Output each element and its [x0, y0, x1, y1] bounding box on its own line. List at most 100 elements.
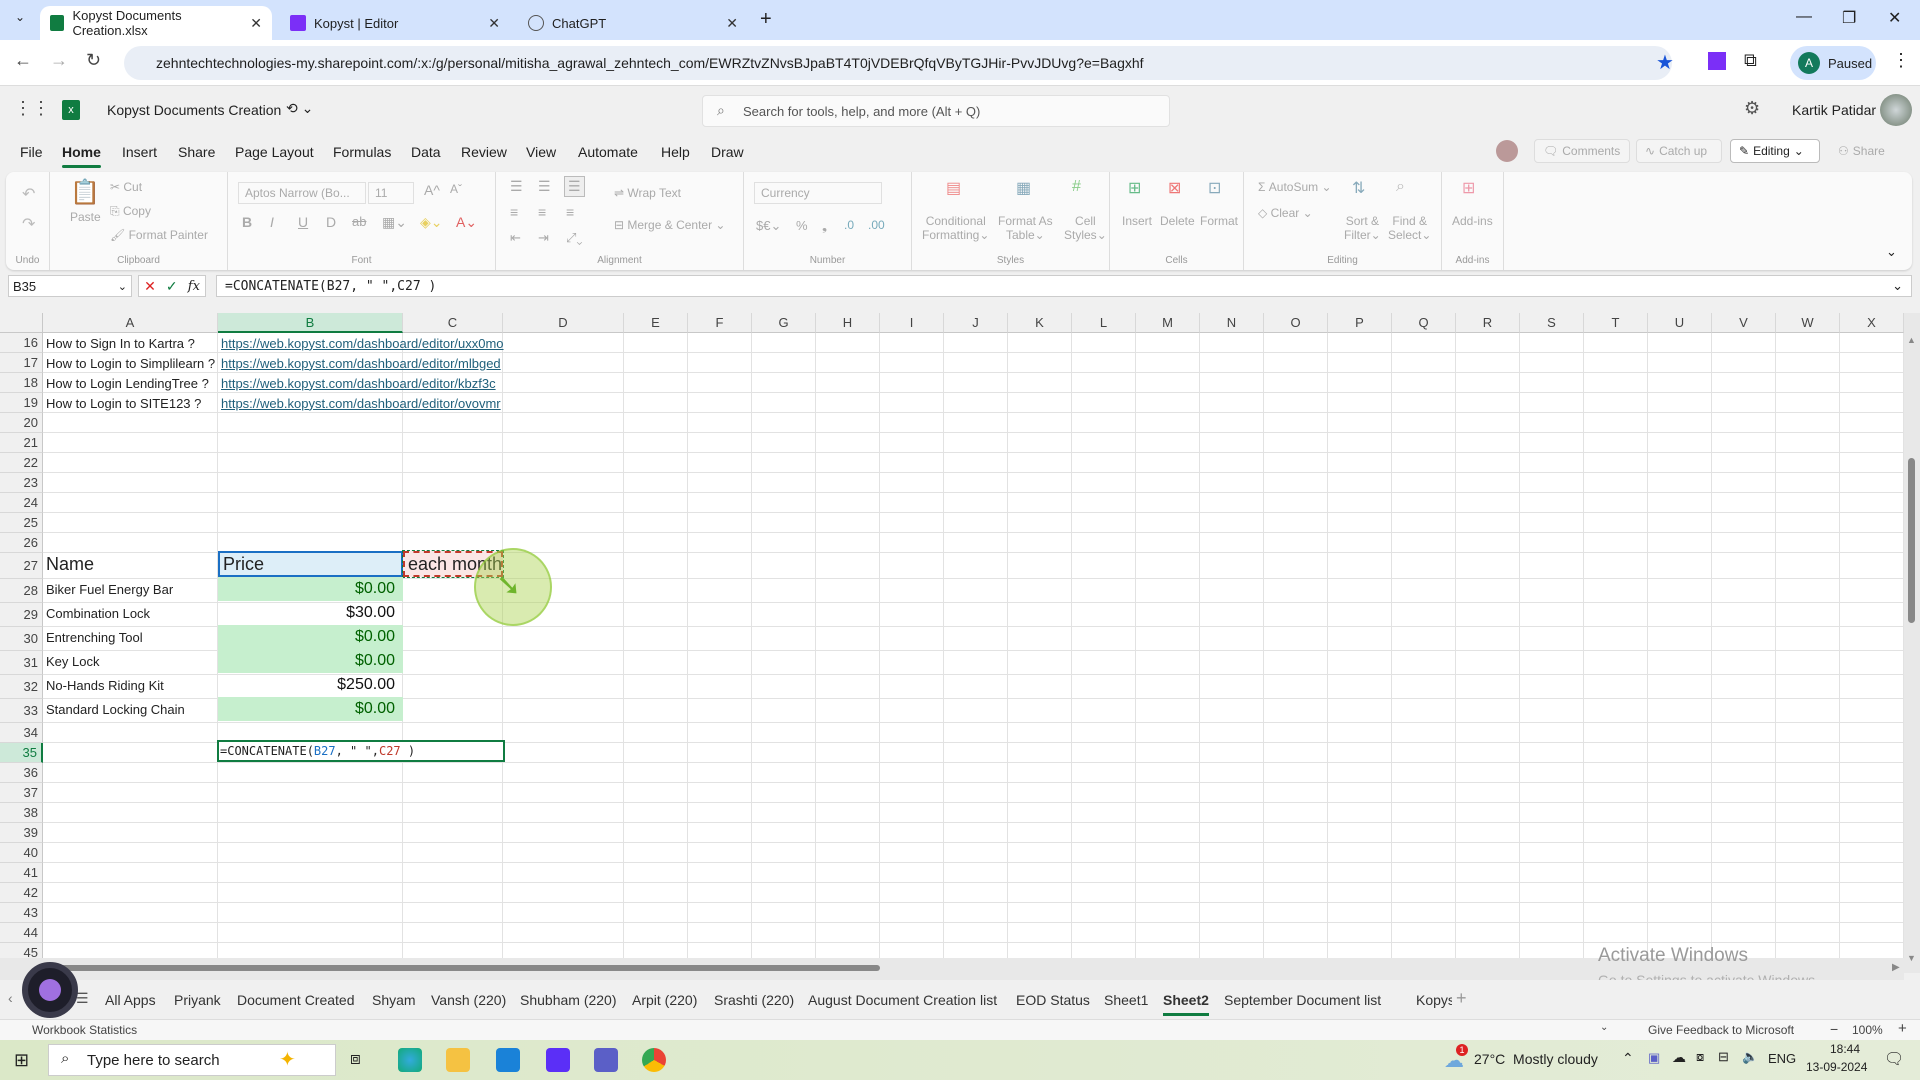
edge-icon[interactable] — [398, 1048, 422, 1072]
volume-icon[interactable]: 🔈 — [1742, 1049, 1758, 1065]
cell-b29[interactable]: $30.00 — [218, 601, 403, 625]
row-header-35[interactable]: 35 — [0, 743, 43, 763]
tab-chatgpt[interactable]: ChatGPT ✕ — [518, 6, 748, 40]
decrease-indent-icon[interactable]: ⇤ — [510, 230, 521, 246]
row-header-36[interactable]: 36 — [0, 763, 43, 783]
screen-recorder-button[interactable] — [22, 962, 78, 1018]
column-header-h[interactable]: H — [816, 313, 880, 333]
close-window-button[interactable]: ✕ — [1888, 8, 1901, 28]
catch-up-button[interactable]: ∿ Catch up — [1636, 139, 1722, 163]
menu-home[interactable]: Home — [62, 144, 101, 168]
cell-styles-button[interactable]: Cell Styles⌄ — [1064, 214, 1107, 242]
fill-color-icon[interactable]: ◈⌄ — [420, 214, 443, 231]
format-painter-button[interactable]: 🖌 Format Painter — [110, 228, 208, 242]
paste-icon[interactable]: 📋 — [70, 178, 100, 207]
row-header-23[interactable]: 23 — [0, 473, 43, 493]
menu-view[interactable]: View — [526, 144, 556, 160]
cancel-icon[interactable]: ✕ — [144, 278, 156, 295]
strikethrough-icon[interactable]: ab — [352, 214, 366, 229]
scroll-right-icon[interactable]: ▶ — [1892, 962, 1900, 973]
zoom-level[interactable]: 100% — [1852, 1023, 1883, 1037]
align-middle-icon[interactable]: ☰ — [538, 178, 551, 195]
column-header-i[interactable]: I — [880, 313, 944, 333]
bookmark-star-icon[interactable]: ★ — [1656, 50, 1674, 75]
cell-b19-link[interactable]: https://web.kopyst.com/dashboard/editor/… — [218, 393, 501, 413]
column-header-a[interactable]: A — [43, 313, 218, 333]
clock-date[interactable]: 13-09-2024 — [1806, 1060, 1867, 1074]
teams-tray-icon[interactable]: ▣ — [1648, 1050, 1660, 1066]
extensions-icon[interactable]: ⧉ — [1744, 50, 1757, 71]
network-icon[interactable]: ⊟ — [1718, 1049, 1729, 1065]
app-launcher-icon[interactable]: ⋮⋮ — [14, 98, 50, 119]
column-header-t[interactable]: T — [1584, 313, 1648, 333]
language-indicator[interactable]: ENG — [1768, 1051, 1796, 1066]
menu-file[interactable]: File — [20, 144, 43, 160]
menu-review[interactable]: Review — [461, 144, 507, 160]
search-box[interactable]: ⌕ Search for tools, help, and more (Alt … — [702, 95, 1170, 127]
decrease-decimal-icon[interactable]: .00 — [868, 218, 885, 232]
row-header-45[interactable]: 45 — [0, 943, 43, 958]
sheet-tab-all-apps[interactable]: All Apps — [105, 992, 156, 1008]
url-field[interactable]: zehntechtechnologies-my.sharepoint.com/:… — [124, 46, 1672, 80]
minimize-button[interactable]: — — [1796, 8, 1812, 26]
menu-formulas[interactable]: Formulas — [333, 144, 391, 160]
autosave-icon[interactable]: ⟲ ⌄ — [286, 100, 313, 117]
menu-automate[interactable]: Automate — [578, 144, 638, 160]
notifications-icon[interactable]: 🗨 — [1884, 1049, 1904, 1069]
expand-formula-icon[interactable]: ⌄ — [1892, 278, 1903, 294]
tab-excel[interactable]: Kopyst Documents Creation.xlsx ✕ — [40, 6, 272, 40]
font-name-dropdown[interactable]: Aptos Narrow (Bo... — [238, 182, 366, 204]
row-header-24[interactable]: 24 — [0, 493, 43, 513]
row-header-26[interactable]: 26 — [0, 533, 43, 553]
column-header-s[interactable]: S — [1520, 313, 1584, 333]
sheet-tab-sheet2[interactable]: Sheet2 — [1163, 992, 1209, 1016]
paste-button[interactable]: Paste — [70, 210, 101, 224]
cell-b32[interactable]: $250.00 — [218, 673, 403, 697]
close-tab-icon[interactable]: ✕ — [250, 15, 262, 32]
cut-button[interactable]: ✂ Cut — [110, 180, 142, 194]
cell-b17-link[interactable]: https://web.kopyst.com/dashboard/editor/… — [218, 353, 501, 373]
menu-share[interactable]: Share — [178, 144, 215, 160]
column-header-j[interactable]: J — [944, 313, 1008, 333]
sheet-tab-document-created[interactable]: Document Created — [237, 992, 355, 1008]
format-as-table-icon[interactable]: ▦ — [1016, 178, 1031, 198]
font-color-icon[interactable]: A⌄ — [456, 214, 477, 231]
row-header-20[interactable]: 20 — [0, 413, 43, 433]
document-title[interactable]: Kopyst Documents Creation — [107, 102, 281, 118]
tab-kopyst-editor[interactable]: Kopyst | Editor ✕ — [280, 6, 510, 40]
teams-icon[interactable] — [594, 1048, 618, 1072]
user-name[interactable]: Kartik Patidar — [1792, 102, 1876, 118]
column-header-o[interactable]: O — [1264, 313, 1328, 333]
vertical-scroll-thumb[interactable] — [1908, 458, 1915, 623]
file-explorer-icon[interactable] — [446, 1048, 470, 1072]
underline-icon[interactable]: U — [298, 214, 308, 230]
windows-start-icon[interactable]: ⊞ — [14, 1050, 29, 1071]
sort-filter-icon[interactable]: ⇅ — [1352, 178, 1365, 198]
row-header-17[interactable]: 17 — [0, 353, 43, 373]
give-feedback-link[interactable]: Give Feedback to Microsoft — [1648, 1023, 1794, 1037]
kopyst-taskbar-icon[interactable] — [546, 1048, 570, 1072]
row-header-32[interactable]: 32 — [0, 675, 43, 699]
column-header-m[interactable]: M — [1136, 313, 1200, 333]
spreadsheet-grid[interactable]: ABCDEFGHIJKLMNOPQRSTUVWX 16 17 18 19 20 21 22 2… — [0, 313, 1904, 958]
tab-search-chevron-icon[interactable]: ⌄ — [8, 10, 32, 32]
borders-icon[interactable]: ▦⌄ — [382, 214, 407, 231]
cell-b31[interactable]: $0.00 — [218, 649, 403, 673]
menu-help[interactable]: Help — [661, 144, 690, 160]
add-sheet-button[interactable]: + — [1456, 988, 1467, 1009]
menu-data[interactable]: Data — [411, 144, 441, 160]
share-button[interactable]: ⚇ Share — [1830, 139, 1910, 163]
sheet-scroll-left-icon[interactable]: ‹ — [8, 990, 13, 1006]
column-header-w[interactable]: W — [1776, 313, 1840, 333]
cell-b33[interactable]: $0.00 — [218, 697, 403, 721]
column-header-r[interactable]: R — [1456, 313, 1520, 333]
cell-b16-link[interactable]: https://web.kopyst.com/dashboard/editor/… — [218, 333, 504, 353]
back-icon[interactable]: ← — [14, 50, 32, 71]
weather-text[interactable]: 27°C Mostly cloudy — [1474, 1051, 1598, 1067]
sheet-tab-kopyst-u[interactable]: Kopyst U — [1416, 992, 1452, 1008]
enter-icon[interactable]: ✓ — [166, 278, 178, 295]
kopyst-extension-icon[interactable] — [1708, 52, 1726, 70]
restore-button[interactable]: ❐ — [1842, 8, 1856, 28]
row-header-38[interactable]: 38 — [0, 803, 43, 823]
row-header-41[interactable]: 41 — [0, 863, 43, 883]
